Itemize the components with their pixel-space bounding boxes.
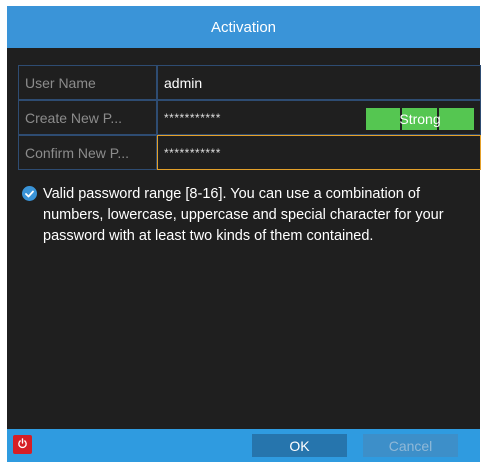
dialog-footer: OK Cancel [7, 429, 480, 462]
new-password-label: Create New P... [18, 100, 157, 135]
confirm-password-label: Confirm New P... [18, 135, 157, 170]
dialog-title: Activation [210, 18, 277, 36]
confirm-password-field[interactable]: *********** [157, 135, 481, 170]
activation-dialog: Activation User Name admin Create New P.… [7, 6, 481, 462]
new-password-mask: *********** [164, 110, 221, 125]
power-button[interactable] [13, 435, 32, 454]
form-row-new-password: Create New P... *********** Strong [18, 100, 481, 135]
check-circle-icon [22, 186, 37, 201]
form-row-confirm-password: Confirm New P... *********** [18, 135, 481, 170]
confirm-password-mask: *********** [164, 145, 221, 160]
ok-button[interactable]: OK [252, 434, 347, 457]
power-icon [17, 436, 28, 454]
password-hint: Valid password range [8-16]. You can use… [22, 184, 472, 247]
form-row-username: User Name admin [18, 65, 481, 100]
password-strength-label: Strong [399, 111, 441, 127]
activation-form: User Name admin Create New P... ********… [18, 65, 481, 170]
username-field[interactable]: admin [157, 65, 481, 100]
hint-text: Valid password range [8-16]. You can use… [43, 186, 444, 244]
cancel-button[interactable]: Cancel [363, 434, 458, 457]
password-strength-bar: Strong [366, 108, 474, 130]
new-password-field[interactable]: *********** Strong [157, 100, 481, 135]
username-label: User Name [18, 65, 157, 100]
dialog-title-bar: Activation [7, 6, 480, 48]
